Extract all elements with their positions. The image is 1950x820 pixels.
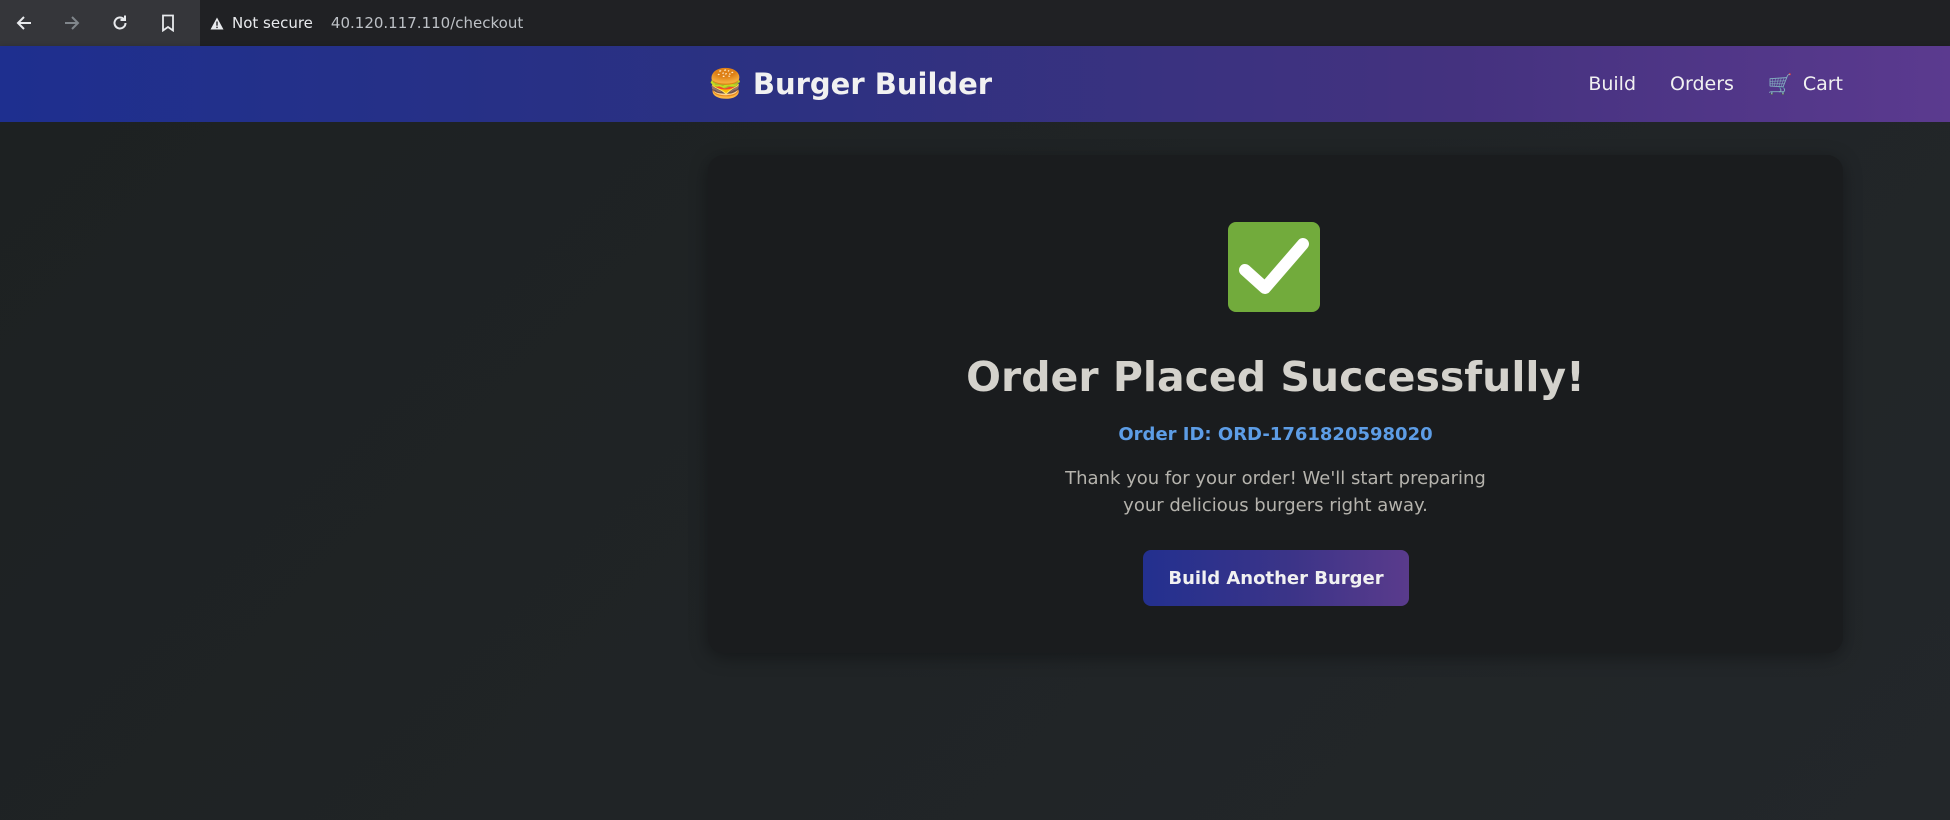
nav-link-orders[interactable]: Orders — [1670, 73, 1734, 95]
back-icon[interactable] — [0, 0, 48, 46]
bookmark-icon[interactable] — [144, 0, 192, 46]
nav-link-build[interactable]: Build — [1588, 73, 1636, 95]
security-label[interactable]: Not secure — [232, 14, 313, 32]
browser-nav-buttons — [0, 0, 200, 46]
address-bar[interactable]: Not secure 40.120.117.110/checkout — [200, 0, 1950, 46]
nav-menu: Build Orders 🛒 Cart — [1588, 64, 1843, 104]
check-mark-icon — [1228, 222, 1320, 312]
burger-icon: 🍔 — [708, 67, 743, 100]
reload-icon[interactable] — [96, 0, 144, 46]
browser-toolbar: Not secure 40.120.117.110/checkout — [0, 0, 1950, 46]
brand-name: Burger Builder — [752, 67, 993, 101]
order-id: Order ID: ORD-1761820598020 — [1118, 424, 1433, 445]
cart-icon: 🛒 — [1767, 72, 1793, 96]
site-navbar: 🍔 Burger Builder Build Orders 🛒 Cart — [0, 46, 1950, 122]
thank-you-message: Thank you for your order! We'll start pr… — [1065, 468, 1486, 516]
order-confirmation-card: Order Placed Successfully! Order ID: ORD… — [708, 155, 1843, 653]
build-another-burger-button[interactable]: Build Another Burger — [1143, 550, 1409, 606]
forward-icon[interactable] — [48, 0, 96, 46]
warning-icon[interactable] — [208, 14, 226, 32]
cart-label: Cart — [1802, 73, 1843, 95]
nav-link-cart[interactable]: 🛒 Cart — [1768, 72, 1843, 96]
brand-logo[interactable]: 🍔 Burger Builder — [708, 64, 992, 104]
url-text[interactable]: 40.120.117.110/checkout — [331, 14, 523, 32]
page-title: Order Placed Successfully! — [966, 353, 1585, 401]
